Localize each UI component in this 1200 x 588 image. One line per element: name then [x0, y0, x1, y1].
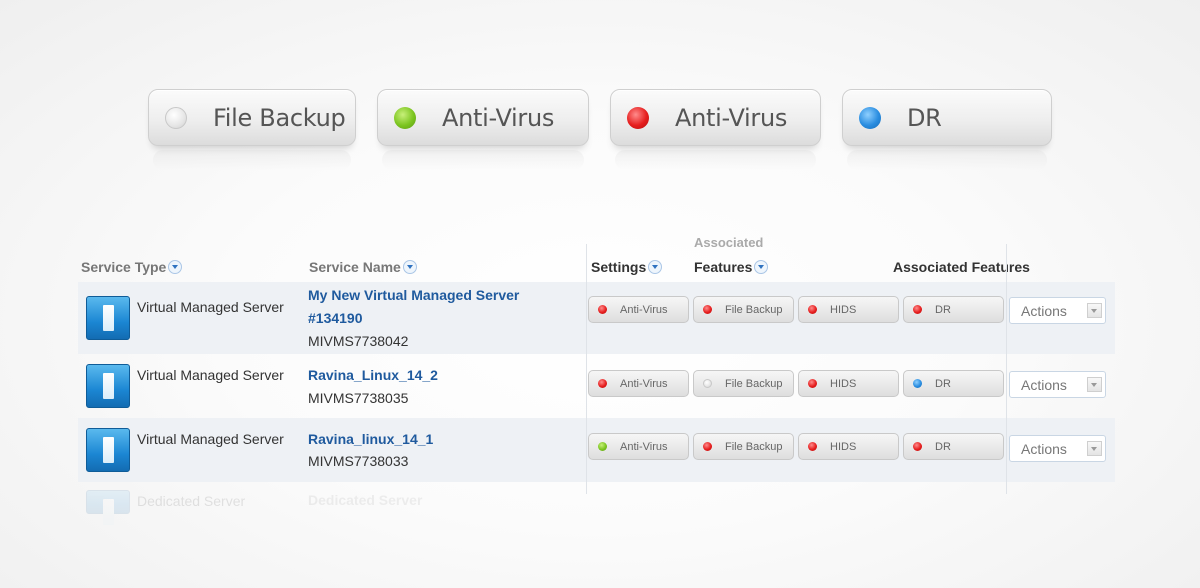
legend-label: Anti-Virus [675, 103, 788, 132]
chevron-down-icon[interactable] [1087, 303, 1102, 318]
service-type: Virtual Managed Server [137, 431, 284, 447]
column-divider [586, 244, 587, 494]
sort-icon[interactable] [754, 260, 769, 275]
header-service-name-label: Service Name [309, 259, 401, 275]
actions-dropdown[interactable]: Actions [1009, 371, 1106, 398]
feature-label: DR [935, 377, 951, 390]
header-associated-top-label: Associated [694, 235, 764, 250]
service-type: Dedicated Server [137, 493, 246, 509]
status-green-icon [394, 106, 416, 129]
feature-label: File Backup [725, 303, 783, 316]
status-red-icon [913, 442, 922, 451]
faded-table-row: Dedicated Server Dedicated Server [78, 484, 1115, 525]
actions-label: Actions [1021, 376, 1067, 393]
status-red-icon [627, 106, 649, 129]
legend-label: Anti-Virus [442, 103, 555, 132]
service-name-link[interactable]: My New Virtual Managed Server #134190 [308, 284, 519, 330]
status-red-icon [598, 305, 607, 314]
header-settings[interactable]: Settings [591, 259, 663, 275]
feature-file-backup[interactable]: File Backup [693, 370, 794, 397]
header-service-name[interactable]: Service Name [309, 259, 417, 275]
header-associated-features-label: Associated Features [893, 259, 1030, 275]
header-features-label: Features [694, 259, 753, 275]
server-icon [86, 428, 130, 472]
status-red-icon [703, 442, 712, 451]
service-id: MIVMS7738033 [308, 453, 409, 469]
header-settings-label: Settings [591, 259, 647, 275]
sort-icon[interactable] [648, 260, 663, 275]
feature-dr[interactable]: DR [903, 296, 1004, 323]
feature-file-backup[interactable]: File Backup [693, 433, 794, 460]
sort-icon[interactable] [168, 260, 183, 275]
chevron-down-icon[interactable] [1087, 377, 1102, 392]
column-divider [1006, 244, 1007, 494]
feature-label: HIDS [830, 303, 857, 316]
legend-label: File Backup [213, 103, 346, 132]
service-name-line1[interactable]: Ravina_Linux_14_2 [308, 364, 438, 387]
feature-dr[interactable]: DR [903, 433, 1004, 460]
feature-anti-virus[interactable]: Anti-Virus [588, 433, 689, 460]
server-icon [86, 364, 130, 408]
legend-label: DR [907, 103, 942, 132]
status-red-icon [808, 442, 817, 451]
legend-anti-virus-alert: Anti-Virus [610, 89, 821, 170]
feature-anti-virus[interactable]: Anti-Virus [588, 370, 689, 397]
server-icon [86, 490, 130, 525]
feature-anti-virus[interactable]: Anti-Virus [588, 296, 689, 323]
sort-icon[interactable] [402, 260, 417, 275]
status-green-icon [598, 442, 607, 451]
service-type: Virtual Managed Server [137, 299, 284, 315]
status-blue-icon [859, 106, 881, 129]
feature-hids[interactable]: HIDS [798, 433, 899, 460]
feature-label: DR [935, 440, 951, 453]
feature-label: HIDS [830, 377, 857, 390]
actions-label: Actions [1021, 302, 1067, 319]
feature-label: File Backup [725, 377, 783, 390]
feature-label: Anti-Virus [620, 303, 668, 316]
service-type: Virtual Managed Server [137, 367, 284, 383]
feature-hids[interactable]: HIDS [798, 370, 899, 397]
feature-label: DR [935, 303, 951, 316]
service-name-link[interactable]: Ravina_Linux_14_2 [308, 364, 438, 387]
service-name-line2[interactable]: #134190 [308, 307, 519, 330]
legend-dr: DR [842, 89, 1052, 170]
service-name-line1[interactable]: My New Virtual Managed Server [308, 284, 519, 307]
feature-label: Anti-Virus [620, 377, 668, 390]
header-service-type[interactable]: Service Type [81, 259, 183, 275]
status-red-icon [808, 379, 817, 388]
header-associated-features: Associated Features [893, 259, 1030, 275]
feature-hids[interactable]: HIDS [798, 296, 899, 323]
actions-dropdown[interactable]: Actions [1009, 435, 1106, 462]
actions-dropdown[interactable]: Actions [1009, 297, 1106, 324]
legend-anti-virus-ok: Anti-Virus [377, 89, 589, 170]
status-red-icon [598, 379, 607, 388]
status-none-icon [703, 379, 712, 388]
service-name-link[interactable]: Ravina_linux_14_1 [308, 428, 433, 451]
server-icon [86, 296, 130, 340]
service-name-line1[interactable]: Ravina_linux_14_1 [308, 428, 433, 451]
feature-label: HIDS [830, 440, 857, 453]
feature-dr[interactable]: DR [903, 370, 1004, 397]
actions-label: Actions [1021, 440, 1067, 457]
service-id: MIVMS7738042 [308, 333, 409, 349]
feature-file-backup[interactable]: File Backup [693, 296, 794, 323]
service-name-link: Dedicated Server [308, 492, 423, 508]
legend-file-backup: File Backup [148, 89, 356, 170]
header-service-type-label: Service Type [81, 259, 167, 275]
status-none-icon [165, 106, 187, 129]
service-id: MIVMS7738035 [308, 390, 409, 406]
status-blue-icon [913, 379, 922, 388]
feature-label: Anti-Virus [620, 440, 668, 453]
status-red-icon [808, 305, 817, 314]
status-red-icon [913, 305, 922, 314]
header-features[interactable]: Features [694, 259, 769, 275]
chevron-down-icon[interactable] [1087, 441, 1102, 456]
status-red-icon [703, 305, 712, 314]
header-associated-top: Associated [694, 235, 763, 250]
feature-label: File Backup [725, 440, 783, 453]
